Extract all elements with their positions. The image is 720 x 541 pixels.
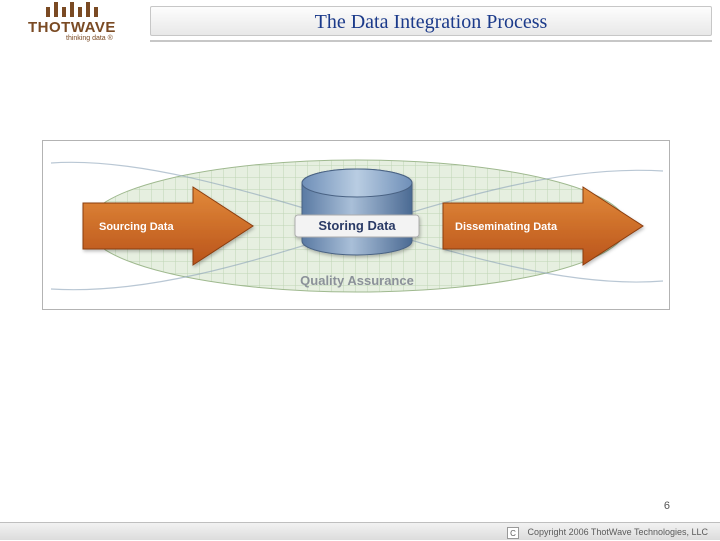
stage1-label: Sourcing Data <box>99 221 174 233</box>
logo-bars-icon <box>46 2 158 17</box>
copyright-icon: C <box>507 527 519 539</box>
logo: THOTWAVE thinking data ® <box>28 2 158 42</box>
footer: C Copyright 2006 ThotWave Technologies, … <box>0 522 720 540</box>
copyright-text: Copyright 2006 ThotWave Technologies, LL… <box>528 527 708 537</box>
header: THOTWAVE thinking data ® The Data Integr… <box>0 0 720 46</box>
title-rule <box>150 40 712 42</box>
logo-wordmark: THOTWAVE <box>28 19 158 36</box>
logo-tagline: thinking data ® <box>66 35 158 42</box>
page-title: The Data Integration Process <box>150 6 712 36</box>
page-number: 6 <box>664 500 670 512</box>
process-diagram: Sourcing Data Storing Data Disseminating… <box>42 140 670 310</box>
database-cylinder-icon: Storing Data <box>295 169 419 255</box>
qa-label: Quality Assurance <box>300 273 414 288</box>
diagram-svg: Sourcing Data Storing Data Disseminating… <box>43 141 671 311</box>
stage2-label: Storing Data <box>318 218 396 233</box>
stage3-label: Disseminating Data <box>455 221 558 233</box>
